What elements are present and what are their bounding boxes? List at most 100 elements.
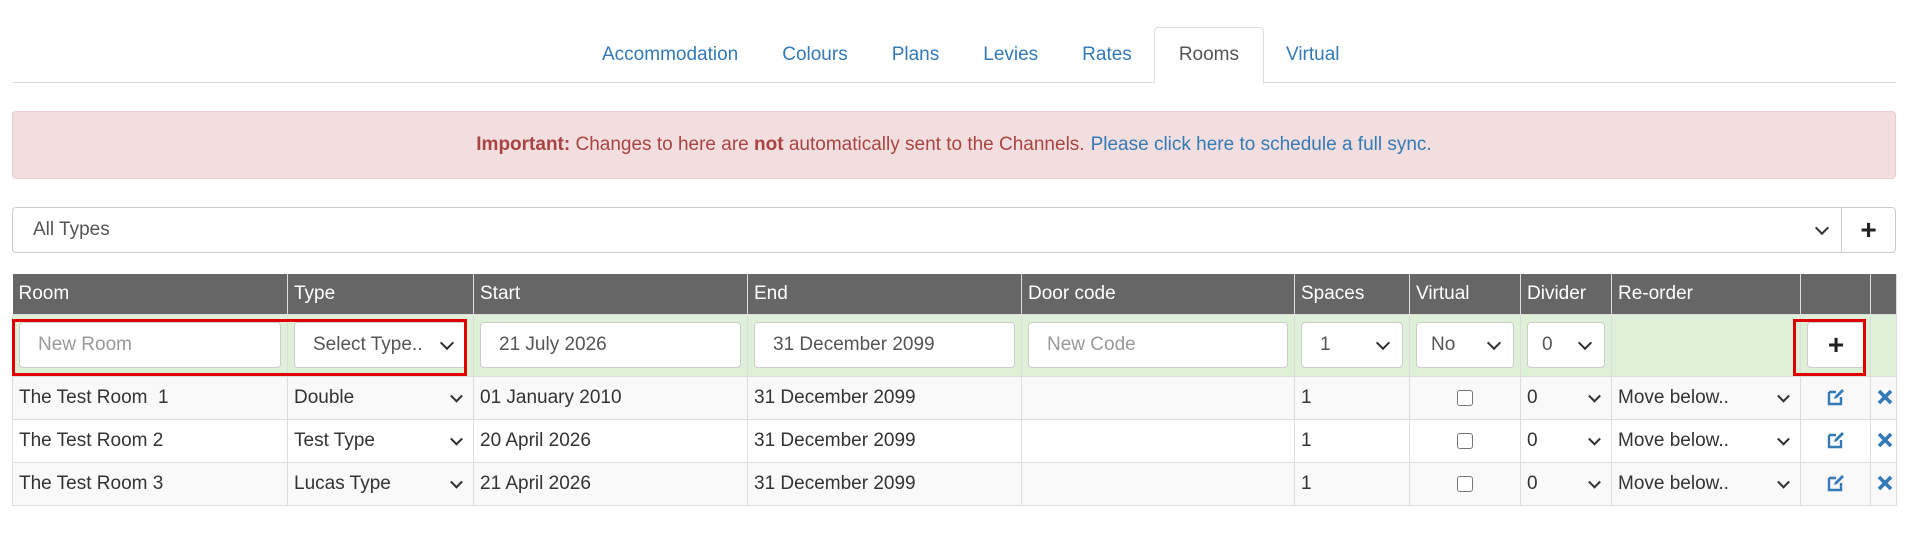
header-edit — [1800, 274, 1871, 314]
room-divider-select[interactable]: 0 — [1520, 461, 1612, 506]
schedule-sync-link[interactable]: Please click here to schedule a full syn… — [1091, 134, 1432, 156]
new-code-cell: New Code — [1021, 313, 1295, 377]
chevron-down-icon — [1577, 335, 1593, 351]
room-reorder-value: Move below.. — [1618, 386, 1729, 408]
tab-accommodation[interactable]: Accommodation — [580, 27, 760, 83]
edit-icon — [1827, 389, 1844, 406]
type-filter-value: All Types — [33, 219, 110, 240]
add-type-button[interactable]: + — [1842, 207, 1896, 253]
room-type-value: Double — [294, 386, 355, 408]
new-end-date-input[interactable]: 31 December 2099 — [754, 322, 1015, 368]
tab-virtual[interactable]: Virtual — [1264, 27, 1362, 83]
new-start-date-input[interactable]: 21 July 2026 — [480, 322, 741, 368]
room-divider-select[interactable]: 0 — [1520, 375, 1612, 420]
new-type-cell: Select Type.. — [287, 313, 474, 377]
tab-rooms[interactable]: Rooms — [1153, 27, 1264, 84]
delete-room-button[interactable] — [1870, 375, 1897, 420]
header-reorder: Re-order — [1611, 274, 1801, 314]
room-reorder-value: Move below.. — [1618, 429, 1729, 451]
edit-room-button[interactable] — [1800, 375, 1871, 420]
alert-text-2: automatically sent to the Channels. — [788, 134, 1085, 155]
virtual-checkbox[interactable] — [1457, 475, 1473, 492]
new-divider-select[interactable]: 0 — [1527, 322, 1605, 368]
delete-room-button[interactable] — [1870, 461, 1897, 506]
room-reorder-select[interactable]: Move below.. — [1611, 461, 1801, 506]
room-type-value: Lucas Type — [294, 472, 391, 494]
new-divider-value: 0 — [1542, 334, 1553, 355]
room-start: 01 January 2010 — [473, 375, 748, 420]
room-virtual-cell — [1409, 375, 1521, 420]
new-start-cell: 21 July 2026 — [473, 313, 748, 377]
add-room-button[interactable]: + — [1807, 322, 1865, 368]
edit-icon — [1827, 432, 1844, 449]
room-divider-select[interactable]: 0 — [1520, 418, 1612, 463]
plus-icon: + — [1860, 214, 1877, 245]
room-spaces: 1 — [1294, 418, 1410, 463]
close-icon — [1877, 476, 1893, 491]
new-virtual-select[interactable]: No — [1416, 322, 1514, 368]
room-type-select[interactable]: Lucas Type — [287, 461, 474, 506]
room-reorder-select[interactable]: Move below.. — [1611, 375, 1801, 420]
room-type-select[interactable]: Test Type — [287, 418, 474, 463]
table-header-row: Room Type Start End Door code Spaces Vir… — [12, 274, 1897, 314]
room-divider-value: 0 — [1527, 429, 1538, 451]
new-reorder-cell — [1611, 313, 1801, 377]
room-name: The Test Room 3 — [12, 461, 288, 506]
header-divider: Divider — [1520, 274, 1612, 314]
edit-room-button[interactable] — [1800, 418, 1871, 463]
chevron-down-icon — [1588, 432, 1601, 446]
room-reorder-select[interactable]: Move below.. — [1611, 418, 1801, 463]
type-filter-group: All Types + — [12, 207, 1896, 253]
chevron-down-icon — [1486, 335, 1502, 351]
room-spaces: 1 — [1294, 375, 1410, 420]
chevron-down-icon — [1588, 389, 1601, 403]
chevron-down-icon — [450, 432, 463, 446]
close-icon — [1877, 433, 1893, 448]
chevron-down-icon — [1777, 432, 1790, 446]
close-icon — [1877, 390, 1893, 405]
header-virtual: Virtual — [1409, 274, 1521, 314]
header-room: Room — [12, 274, 288, 314]
new-room-input[interactable]: New Room — [19, 322, 281, 368]
tab-levies[interactable]: Levies — [961, 27, 1060, 83]
room-divider-value: 0 — [1527, 472, 1538, 494]
delete-room-button[interactable] — [1870, 418, 1897, 463]
tab-plans[interactable]: Plans — [870, 27, 962, 83]
chevron-down-icon — [1777, 475, 1790, 489]
chevron-down-icon — [1588, 475, 1601, 489]
table-row: The Test Room 1 Double 01 January 2010 3… — [12, 375, 1897, 420]
new-room-row: New Room Select Type.. 21 July 2026 31 D… — [12, 313, 1897, 377]
edit-room-button[interactable] — [1800, 461, 1871, 506]
new-type-select[interactable]: Select Type.. — [294, 322, 467, 368]
table-row: The Test Room 3 Lucas Type 21 April 2026… — [12, 461, 1897, 506]
new-room-cell: New Room — [12, 313, 288, 377]
room-end: 31 December 2099 — [747, 418, 1022, 463]
sync-warning-alert: Important: Changes to here are not autom… — [12, 111, 1896, 179]
room-start: 20 April 2026 — [473, 418, 748, 463]
rooms-table: Room Type Start End Door code Spaces Vir… — [12, 274, 1897, 506]
header-end: End — [747, 274, 1022, 314]
tab-colours[interactable]: Colours — [760, 27, 869, 83]
room-reorder-value: Move below.. — [1618, 472, 1729, 494]
room-door-code — [1021, 375, 1295, 420]
room-type-select[interactable]: Double — [287, 375, 474, 420]
room-name: The Test Room 1 — [12, 375, 288, 420]
chevron-down-icon — [1814, 220, 1830, 236]
virtual-checkbox[interactable] — [1457, 432, 1473, 449]
plus-icon: + — [1827, 329, 1845, 360]
new-spaces-select[interactable]: 1 — [1301, 322, 1403, 368]
virtual-checkbox[interactable] — [1457, 389, 1473, 406]
new-end-cell: 31 December 2099 — [747, 313, 1022, 377]
room-start: 21 April 2026 — [473, 461, 748, 506]
chevron-down-icon — [450, 475, 463, 489]
room-divider-value: 0 — [1527, 386, 1538, 408]
chevron-down-icon — [1375, 335, 1391, 351]
room-door-code — [1021, 418, 1295, 463]
type-filter-select[interactable]: All Types — [12, 207, 1842, 253]
header-start: Start — [473, 274, 748, 314]
room-spaces: 1 — [1294, 461, 1410, 506]
tab-rates[interactable]: Rates — [1060, 27, 1154, 83]
new-virtual-cell: No — [1409, 313, 1521, 377]
new-door-code-input[interactable]: New Code — [1028, 322, 1288, 368]
new-spaces-value: 1 — [1320, 334, 1331, 355]
